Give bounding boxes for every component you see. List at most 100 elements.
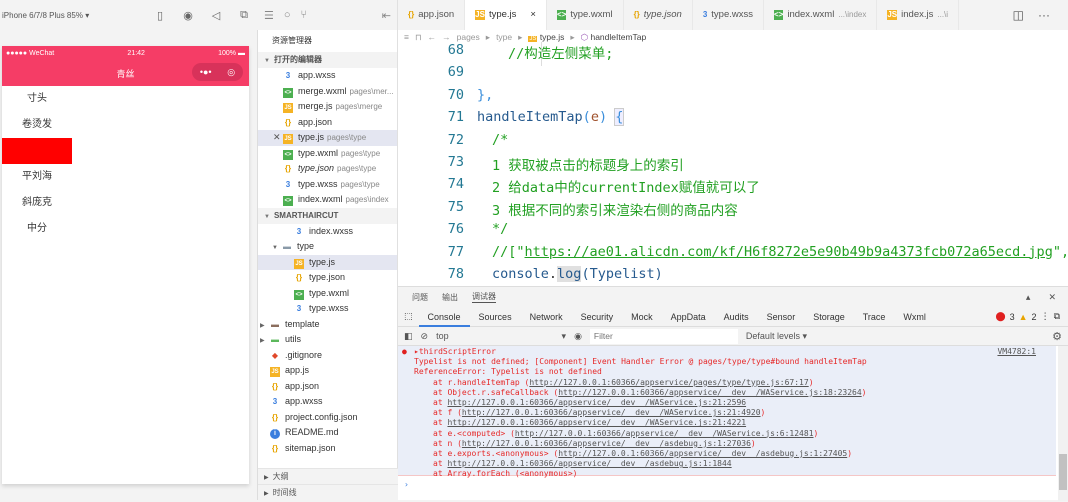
- tree-item[interactable]: 3 index.wxss: [258, 224, 397, 240]
- eye-icon[interactable]: ◉: [574, 331, 582, 342]
- timeline-header[interactable]: ▶ 时间线: [258, 484, 398, 500]
- editor-tab[interactable]: <> index.wxml ...\index: [764, 0, 878, 30]
- stack-link[interactable]: http://127.0.0.1:60366/appservice/__dev_…: [447, 398, 746, 407]
- menu-item[interactable]: 斜庞克: [2, 190, 72, 216]
- devtools-tab-network[interactable]: Network: [521, 307, 572, 327]
- log-levels-select[interactable]: Default levels ▾: [746, 331, 807, 342]
- context-select[interactable]: top ▾: [436, 331, 566, 342]
- open-editor-item[interactable]: <> index.wxml pages\index: [258, 192, 397, 208]
- gear-icon[interactable]: ⚙: [1052, 330, 1068, 343]
- stack-link[interactable]: http://127.0.0.1:60366/appservice/__dev_…: [558, 388, 861, 397]
- menu-item[interactable]: 寸头: [2, 86, 72, 112]
- more-icon[interactable]: ···: [1038, 0, 1050, 30]
- tree-item[interactable]: {} sitemap.json: [258, 441, 397, 457]
- collapse-panel-icon[interactable]: ⇤: [382, 9, 391, 22]
- editor-tab[interactable]: <> type.wxml: [547, 0, 624, 30]
- editor-tab[interactable]: JS index.js ...\i: [877, 0, 960, 30]
- sidebar-toggle-icon[interactable]: ◧: [404, 331, 413, 342]
- devtools-tab-wxml[interactable]: Wxml: [894, 307, 935, 327]
- devtools-tab-storage[interactable]: Storage: [804, 307, 854, 327]
- stack-link[interactable]: http://127.0.0.1:60366/appservice/__dev_…: [515, 429, 814, 438]
- source-link[interactable]: VM4782:1: [997, 347, 1036, 356]
- outline-header[interactable]: ▶ 大纲: [258, 468, 398, 484]
- devtools-tab-sensor[interactable]: Sensor: [758, 307, 805, 327]
- source-control-icon[interactable]: ⑂: [301, 9, 308, 21]
- tree-item[interactable]: {} project.config.json: [258, 410, 397, 426]
- stack-link[interactable]: http://127.0.0.1:60366/appservice/__dev_…: [462, 439, 751, 448]
- devtools-tab-appdata[interactable]: AppData: [662, 307, 715, 327]
- close-icon[interactable]: ✕: [1048, 292, 1056, 303]
- more-icon[interactable]: ⋮: [1041, 311, 1050, 322]
- device-select[interactable]: iPhone 6/7/8 Plus 85% ▾: [2, 11, 146, 20]
- stack-link[interactable]: http://127.0.0.1:60366/appservice/__dev_…: [558, 449, 847, 458]
- open-editors-header[interactable]: ▼ 打开的编辑器: [258, 52, 397, 68]
- tree-item[interactable]: ▼ ▬ type: [258, 239, 397, 255]
- issue-counts[interactable]: ⬤ 3 ▲ 2 ⋮ ⧉: [996, 311, 1068, 322]
- tree-item[interactable]: <> type.wxml: [258, 286, 397, 302]
- breadcrumb-item[interactable]: JS type.js: [528, 32, 564, 42]
- devtools-tab-audits[interactable]: Audits: [715, 307, 758, 327]
- tree-item[interactable]: JS type.js: [258, 254, 397, 270]
- search-icon[interactable]: ○: [284, 9, 291, 21]
- project-header[interactable]: ▼ SMARTHAIRCUT: [258, 207, 397, 224]
- list-icon[interactable]: ☰: [264, 9, 274, 22]
- tree-item[interactable]: ▶ ▬ template: [258, 317, 397, 333]
- open-editor-item[interactable]: 3 app.wxss: [258, 68, 397, 84]
- phone-icon[interactable]: ▯: [146, 9, 174, 22]
- open-editor-item[interactable]: <> merge.wxml pages\mer...: [258, 84, 397, 100]
- tree-item[interactable]: 3 app.wxss: [258, 394, 397, 410]
- stack-link[interactable]: http://127.0.0.1:60366/appservice/pages/…: [529, 378, 808, 387]
- code-area[interactable]: 68//构造左侧菜单; 69 70}, 71 handleItemTap(e) {72/…: [398, 42, 1068, 286]
- open-editor-item[interactable]: <> type.wxml pages\type: [258, 146, 397, 162]
- error-title[interactable]: ▸thirdScriptError: [414, 347, 1056, 357]
- tree-item[interactable]: {} type.json: [258, 270, 397, 286]
- inspect-icon[interactable]: ⬚: [398, 311, 419, 322]
- breadcrumb-item[interactable]: pages: [457, 32, 480, 42]
- dock-icon[interactable]: ⧉: [1054, 311, 1060, 322]
- editor-tab[interactable]: {} app.json: [398, 0, 466, 30]
- close-miniprogram-icon[interactable]: ◎: [227, 67, 235, 78]
- devtools-tab-security[interactable]: Security: [572, 307, 623, 327]
- tree-item[interactable]: i README.md: [258, 425, 397, 441]
- menu-item[interactable]: 平刘海: [2, 164, 72, 190]
- editor-tab[interactable]: 3 type.wxss: [693, 0, 764, 30]
- close-icon[interactable]: ✕: [273, 130, 281, 146]
- devtools-tab-sources[interactable]: Sources: [470, 307, 521, 327]
- bookmark-icon[interactable]: ⊓: [415, 32, 422, 43]
- tab-problems[interactable]: 问题: [412, 292, 428, 303]
- scrollbar-thumb[interactable]: [1059, 454, 1067, 490]
- forward-icon[interactable]: →: [442, 32, 451, 42]
- breadcrumb-item[interactable]: ⬡ handleItemTap: [581, 32, 647, 43]
- tab-debugger[interactable]: 调试器: [472, 291, 496, 303]
- devtools-tab-mock[interactable]: Mock: [622, 307, 662, 327]
- clear-console-icon[interactable]: ⊘: [421, 331, 429, 342]
- tree-item[interactable]: ◆ .gitignore: [258, 348, 397, 364]
- devtools-tab-trace[interactable]: Trace: [854, 307, 895, 327]
- split-editor-icon[interactable]: ◫: [1013, 0, 1024, 30]
- stack-link[interactable]: http://127.0.0.1:60366/appservice/__dev_…: [447, 418, 746, 427]
- editor-tab[interactable]: JS type.js ×: [465, 0, 547, 30]
- volume-icon[interactable]: ◁: [202, 9, 230, 22]
- filter-input[interactable]: [589, 328, 738, 344]
- menu-item[interactable]: 卷烫发: [2, 112, 72, 138]
- editor-tab[interactable]: {} type.json: [624, 0, 693, 30]
- stack-link[interactable]: http://127.0.0.1:60366/appservice/__dev_…: [447, 459, 731, 468]
- open-editor-item[interactable]: 3 type.wxss pages\type: [258, 177, 397, 193]
- close-icon[interactable]: ×: [530, 0, 536, 30]
- list-icon[interactable]: ≡: [404, 32, 409, 42]
- menu-item[interactable]: 中分: [2, 216, 72, 242]
- record-icon[interactable]: ◉: [174, 9, 202, 22]
- tree-item[interactable]: {} app.json: [258, 379, 397, 395]
- stack-link[interactable]: http://127.0.0.1:60366/appservice/__dev_…: [462, 408, 761, 417]
- open-editor-item[interactable]: ✕ JS type.js pages\type: [258, 130, 397, 146]
- breadcrumb-item[interactable]: type: [496, 32, 512, 42]
- back-icon[interactable]: ←: [428, 32, 437, 42]
- open-editor-item[interactable]: {} app.json: [258, 115, 397, 131]
- devtools-tab-console[interactable]: Console: [418, 307, 470, 327]
- open-editor-item[interactable]: JS merge.js pages\merge: [258, 99, 397, 115]
- tree-item[interactable]: ▶ ▬ utils: [258, 332, 397, 348]
- tree-item[interactable]: JS app.js: [258, 363, 397, 379]
- tree-item[interactable]: 3 type.wxss: [258, 301, 397, 317]
- detach-window-icon[interactable]: ⧉: [230, 9, 258, 22]
- comment-url[interactable]: https://ae01.alicdn.com/kf/H6f8272e5e90b…: [525, 244, 1053, 260]
